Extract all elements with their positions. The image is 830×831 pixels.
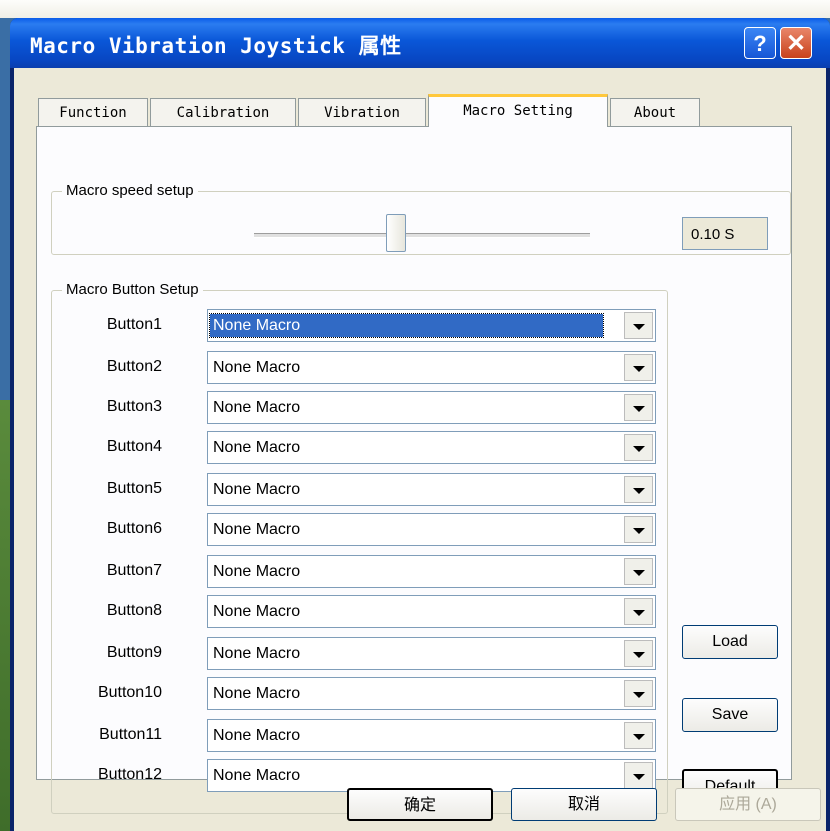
tab-macro-setting[interactable]: Macro Setting [428,94,608,127]
macro-button-legend: Macro Button Setup [62,281,203,298]
macro-select-6[interactable]: None Macro [207,513,656,546]
macro-select-value: None Macro [213,521,301,538]
button-row-label: Button12 [97,766,162,783]
speed-value: 0.10 S [682,217,768,250]
macro-select-11[interactable]: None Macro [207,719,656,752]
speed-slider-track[interactable] [254,233,590,238]
save-button[interactable]: Save [682,698,778,732]
macro-select-2[interactable]: None Macro [207,351,656,384]
macro-select-value: None Macro [213,563,301,580]
macro-speed-group: Macro speed setup 0.10 S [51,182,791,255]
close-button[interactable]: ✕ [780,27,812,59]
macro-select-value: None Macro [213,481,301,498]
tab-vibration[interactable]: Vibration [298,98,426,126]
macro-select-value: None Macro [213,603,301,620]
macro-select-9[interactable]: None Macro [207,637,656,670]
macro-select-1[interactable]: None Macro [207,309,656,342]
load-button[interactable]: Load [682,625,778,659]
help-button[interactable]: ? [744,27,776,59]
macro-select-3[interactable]: None Macro [207,391,656,424]
macro-select-4[interactable]: None Macro [207,431,656,464]
dropdown-arrow-icon[interactable] [624,354,653,381]
tab-about[interactable]: About [610,98,700,126]
macro-select-value: None Macro [209,313,604,338]
button-row-label: Button10 [97,684,162,701]
dropdown-arrow-icon[interactable] [624,558,653,585]
dropdown-arrow-icon[interactable] [624,312,653,339]
button-row-label: Button1 [106,316,162,333]
button-row-label: Button2 [106,358,162,375]
macro-select-value: None Macro [213,439,301,456]
dropdown-arrow-icon[interactable] [624,434,653,461]
macro-select-5[interactable]: None Macro [207,473,656,506]
dropdown-arrow-icon[interactable] [624,762,653,789]
dropdown-arrow-icon[interactable] [624,680,653,707]
macro-select-8[interactable]: None Macro [207,595,656,628]
properties-window: Macro Vibration Joystick 属性 ? ✕ Function… [10,18,830,831]
ok-button[interactable]: 确定 [347,788,493,821]
button-row-label: Button7 [106,562,162,579]
speed-slider-thumb[interactable] [386,214,406,252]
macro-select-value: None Macro [213,727,301,744]
macro-select-value: None Macro [213,645,301,662]
cancel-button[interactable]: 取消 [511,788,657,821]
macro-select-value: None Macro [213,399,301,416]
dialog-client: Function Calibration Vibration Macro Set… [14,68,826,831]
button-row-label: Button9 [106,644,162,661]
desktop-strip [0,0,830,18]
macro-speed-legend: Macro speed setup [62,182,198,199]
tab-calibration[interactable]: Calibration [150,98,296,126]
button-row-label: Button11 [99,726,162,743]
window-title: Macro Vibration Joystick 属性 [30,34,402,58]
dropdown-arrow-icon[interactable] [624,394,653,421]
title-bar[interactable]: Macro Vibration Joystick 属性 ? ✕ [10,18,830,68]
button-row-label: Button4 [106,438,162,455]
dropdown-arrow-icon[interactable] [624,598,653,625]
dropdown-arrow-icon[interactable] [624,722,653,749]
macro-select-7[interactable]: None Macro [207,555,656,588]
dropdown-arrow-icon[interactable] [624,640,653,667]
macro-setting-panel: Macro speed setup 0.10 S Macro Button Se… [36,126,792,814]
button-row-label: Button6 [106,520,162,537]
macro-select-value: None Macro [213,685,301,702]
macro-select-10[interactable]: None Macro [207,677,656,710]
button-row-label: Button5 [106,480,162,497]
macro-select-value: None Macro [213,767,301,784]
apply-button[interactable]: 应用 (A) [675,788,821,821]
dropdown-arrow-icon[interactable] [624,516,653,543]
macro-select-value: None Macro [213,359,301,376]
macro-button-group: Macro Button Setup Button1 None Macro Butt… [51,281,668,814]
button-row-label: Button8 [106,602,162,619]
dropdown-arrow-icon[interactable] [624,476,653,503]
button-row-label: Button3 [106,398,162,415]
tab-function[interactable]: Function [38,98,148,126]
